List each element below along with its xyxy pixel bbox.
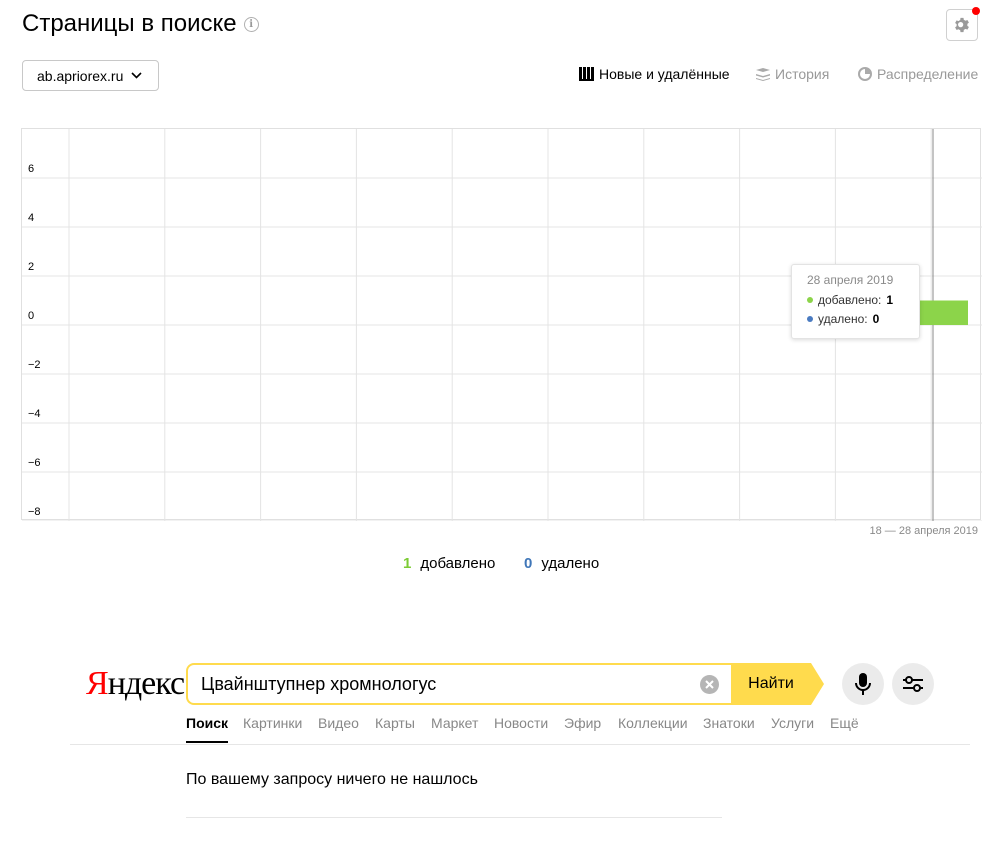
search-form: Цвайнштупнер хромнологус Найти <box>186 663 824 705</box>
y-tick-label: 6 <box>28 163 34 175</box>
tab-history-label: История <box>775 66 830 82</box>
yandex-logo[interactable]: Яндекс <box>86 665 185 703</box>
nav-active-underline <box>186 741 228 743</box>
nav-divider <box>70 744 970 745</box>
summary-added: 1 добавлено <box>403 555 495 572</box>
yandex-logo-rest: ндекс <box>107 665 185 702</box>
tab-distribution[interactable]: Распределение <box>858 66 978 82</box>
nav-item[interactable]: Коллекции <box>618 715 688 731</box>
summary-added-label: добавлено <box>420 555 496 572</box>
tooltip-added-row: добавлено: 1 <box>807 293 919 307</box>
tooltip-removed-value: 0 <box>872 312 880 326</box>
nav-item[interactable]: Картинки <box>243 715 302 731</box>
find-button[interactable]: Найти <box>731 663 811 705</box>
bar-added[interactable] <box>918 300 968 326</box>
find-button-arrow <box>811 663 824 705</box>
page-title-text: Страницы в поиске <box>22 10 237 37</box>
summary-added-count: 1 <box>403 555 412 572</box>
results-divider <box>186 817 722 818</box>
bar-chart-icon <box>579 67 594 81</box>
tab-new-removed-label: Новые и удалённые <box>599 66 730 82</box>
site-select-value: ab.apriorex.ru <box>37 67 124 84</box>
chart: 6 4 2 0 −2 −4 −6 −8 28 апреля 2019 добавлено: 1… <box>21 128 982 521</box>
added-dot <box>807 297 813 303</box>
page-title: Страницы в поиске i <box>22 10 259 38</box>
y-tick-label: 0 <box>28 310 34 322</box>
search-query: Цвайнштупнер хромнологус <box>201 673 437 694</box>
tab-new-removed[interactable]: Новые и удалённые <box>579 66 730 82</box>
tooltip-removed-row: удалено: 0 <box>807 312 919 326</box>
clear-icon[interactable] <box>700 675 719 694</box>
nav-item[interactable]: Новости <box>494 715 548 731</box>
chart-date-range: 18 — 28 апреля 2019 <box>869 525 979 537</box>
y-tick-label: −4 <box>28 408 41 420</box>
settings-button[interactable] <box>946 7 980 41</box>
pie-icon <box>858 67 872 81</box>
nav-item[interactable]: Ещё <box>830 715 859 731</box>
nav-item[interactable]: Видео <box>318 715 359 731</box>
tooltip-added-label: добавлено: <box>818 293 882 307</box>
nav-item[interactable]: Поиск <box>186 715 228 731</box>
nav-item[interactable]: Маркет <box>431 715 478 731</box>
close-icon <box>705 680 714 689</box>
nav-item[interactable]: Эфир <box>564 715 601 731</box>
nav-item[interactable]: Знатоки <box>703 715 755 731</box>
y-tick-label: 2 <box>28 261 34 273</box>
removed-dot <box>807 316 813 322</box>
tab-distribution-label: Распределение <box>877 66 979 82</box>
microphone-icon <box>855 673 871 695</box>
y-tick-label: 4 <box>28 212 34 224</box>
y-tick-label: −6 <box>28 457 41 469</box>
y-tick-label: −2 <box>28 359 41 371</box>
sliders-icon <box>903 676 923 692</box>
yandex-logo-first: Я <box>86 665 109 702</box>
tab-history[interactable]: История <box>756 66 829 82</box>
nav-item[interactable]: Услуги <box>771 715 814 731</box>
summary-removed-label: удалено <box>541 555 600 572</box>
layers-icon <box>756 67 770 81</box>
find-button-label: Найти <box>748 675 794 692</box>
tooltip-added-value: 1 <box>886 293 894 307</box>
chevron-down-icon <box>131 72 142 79</box>
tooltip-date: 28 апреля 2019 <box>807 273 894 287</box>
summary-removed: 0 удалено <box>524 555 599 572</box>
search-settings-button[interactable] <box>892 663 934 705</box>
info-icon[interactable]: i <box>243 16 259 32</box>
chart-tooltip: 28 апреля 2019 добавлено: 1 удалено: 0 <box>791 264 920 339</box>
no-results-message: По вашему запросу ничего не нашлось <box>186 771 478 788</box>
y-tick-label: −8 <box>28 506 41 518</box>
notification-dot <box>972 7 980 15</box>
site-select[interactable]: ab.apriorex.ru <box>22 60 159 91</box>
summary-removed-count: 0 <box>524 555 533 572</box>
tooltip-removed-label: удалено: <box>818 312 868 326</box>
voice-search-button[interactable] <box>842 663 884 705</box>
gear-icon <box>955 17 969 33</box>
nav-item[interactable]: Карты <box>375 715 415 731</box>
search-input[interactable]: Цвайнштупнер хромнологус <box>186 663 732 705</box>
